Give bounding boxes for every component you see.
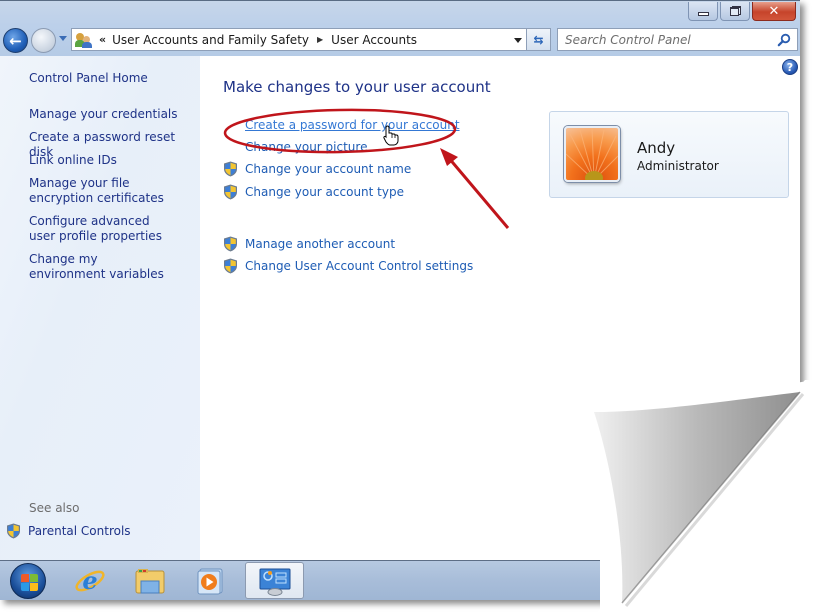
account-card: Andy Administrator (549, 111, 789, 198)
account-name: Andy (637, 139, 676, 157)
help-button[interactable]: ? (782, 59, 798, 75)
sidebar-item-environment-variables[interactable]: Change my environment variables (29, 252, 174, 282)
taskbar-internet-explorer[interactable]: e (62, 562, 118, 599)
task-label: Create a password for your account (245, 118, 460, 132)
uac-shield-icon (224, 184, 237, 200)
uac-shield-icon (7, 523, 20, 539)
task-change-account-type[interactable]: Change your account type (223, 184, 404, 200)
task-label: Change your account name (245, 162, 412, 176)
sidebar-item-advanced-profile-properties[interactable]: Configure advanced user profile properti… (29, 214, 174, 244)
taskbar: e (0, 560, 800, 600)
recent-pages-dropdown[interactable] (59, 36, 67, 41)
breadcrumb-item-user-accounts-and-family-safety[interactable]: User Accounts and Family Safety (112, 33, 309, 47)
help-icon: ? (786, 60, 794, 74)
flower-picture-icon (566, 128, 618, 180)
media-player-icon (197, 568, 223, 594)
control-panel-window: ✕ ← « User Accounts and Family Safety ▶ … (0, 0, 800, 600)
start-button[interactable] (0, 562, 56, 599)
page-title: Make changes to your user account (223, 78, 491, 96)
taskbar-windows-explorer[interactable] (122, 562, 178, 599)
refresh-icon: ⇆ (533, 32, 544, 47)
task-label: Change your picture (245, 140, 368, 154)
main-content: ? Make changes to your user account Crea… (200, 56, 800, 560)
search-icon[interactable] (777, 33, 791, 47)
close-icon: ✕ (768, 3, 780, 19)
breadcrumb-separator-icon[interactable]: ▶ (317, 35, 323, 44)
task-create-password[interactable]: Create a password for your account (223, 118, 460, 132)
refresh-button[interactable]: ⇆ (527, 28, 551, 51)
account-type: Administrator (637, 159, 719, 173)
restore-button[interactable] (720, 2, 750, 21)
svg-text:e: e (82, 566, 97, 595)
restore-icon (729, 6, 741, 16)
uac-shield-icon (224, 236, 237, 252)
parental-controls-label: Parental Controls (28, 524, 131, 538)
task-label: Change User Account Control settings (245, 259, 474, 273)
window-chrome: ✕ ← « User Accounts and Family Safety ▶ … (0, 0, 800, 56)
close-button[interactable]: ✕ (752, 2, 796, 21)
task-change-picture[interactable]: Change your picture (223, 140, 367, 154)
sidebar: Control Panel Home Manage your credentia… (0, 56, 200, 560)
sidebar-item-manage-credentials[interactable]: Manage your credentials (29, 107, 194, 122)
arrow-left-icon: ← (9, 31, 22, 50)
task-change-account-name[interactable]: Change your account name (223, 161, 411, 177)
task-change-uac-settings[interactable]: Change User Account Control settings (223, 258, 473, 274)
windows-orb-icon (10, 562, 46, 599)
uac-shield-icon (224, 258, 237, 274)
sidebar-item-parental-controls[interactable]: Parental Controls (6, 523, 131, 539)
address-bar[interactable]: « User Accounts and Family Safety ▶ User… (71, 28, 527, 51)
uac-shield-icon (224, 161, 237, 177)
back-button[interactable]: ← (3, 28, 28, 53)
minimize-button[interactable] (688, 2, 718, 21)
breadcrumb-item-user-accounts[interactable]: User Accounts (331, 33, 417, 47)
see-also-heading: See also (29, 501, 80, 515)
ie-icon: e (75, 566, 105, 595)
minimize-icon (697, 11, 709, 16)
forward-button[interactable] (31, 28, 56, 53)
sidebar-item-file-encryption-certificates[interactable]: Manage your file encryption certificates (29, 176, 189, 206)
address-dropdown-icon[interactable] (514, 38, 522, 43)
folder-icon (135, 568, 165, 593)
taskbar-control-panel[interactable] (245, 562, 304, 599)
search-input[interactable] (565, 32, 765, 47)
task-label: Change your account type (245, 185, 404, 199)
search-box (557, 28, 798, 51)
sidebar-control-panel-home[interactable]: Control Panel Home (29, 71, 194, 86)
caption-buttons: ✕ (688, 2, 796, 21)
user-accounts-icon (75, 32, 93, 48)
taskbar-media-player[interactable] (182, 562, 238, 599)
breadcrumb-overflow-button[interactable]: « (99, 33, 106, 46)
account-picture[interactable] (564, 126, 620, 182)
sidebar-item-link-online-ids[interactable]: Link online IDs (29, 153, 194, 168)
task-label: Manage another account (245, 237, 396, 251)
task-manage-another-account[interactable]: Manage another account (223, 236, 395, 252)
control-panel-icon (259, 568, 290, 596)
